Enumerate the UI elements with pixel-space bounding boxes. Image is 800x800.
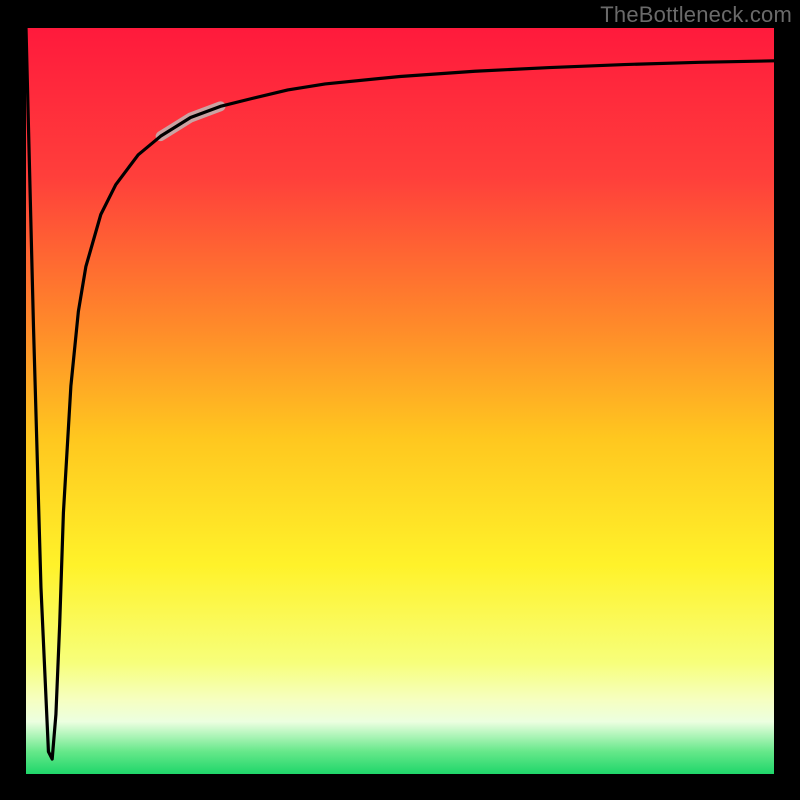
chart-frame: TheBottleneck.com: [0, 0, 800, 800]
plot-area: [26, 28, 774, 774]
gradient-background: [26, 28, 774, 774]
chart-svg: [26, 28, 774, 774]
watermark-text: TheBottleneck.com: [600, 2, 792, 28]
